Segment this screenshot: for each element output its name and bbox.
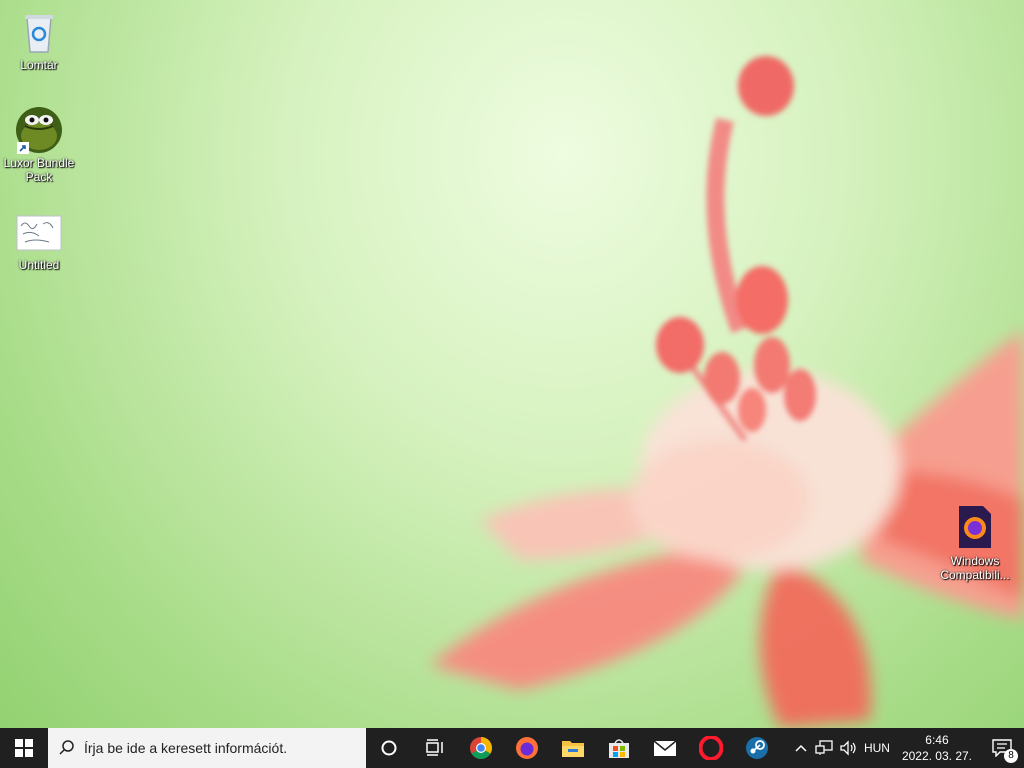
chrome-icon [470,737,492,759]
volume-button[interactable] [836,728,860,768]
image-file-icon [15,214,63,252]
desktop-icon-label: Luxor Bundle Pack [3,156,75,184]
task-view-icon [426,739,443,756]
search-placeholder: Írja be ide a keresett információt. [84,740,288,756]
input-language-indicator[interactable]: HUN [860,728,894,768]
action-center-button[interactable]: 8 [980,728,1024,768]
taskbar: Írja be ide a keresett információt. HUN … [0,728,1024,768]
recycle-bin-icon [15,8,63,56]
search-icon [59,740,74,755]
desktop-icon-label: Untitled [18,258,60,272]
desktop-icon-windows-compatibility[interactable]: Windows Compatibili... [937,504,1013,582]
desktop-icon-recycle-bin[interactable]: Lomtár [1,8,77,72]
firefox-document-icon [951,504,999,552]
shortcut-arrow-icon [17,142,29,154]
luxor-game-icon [15,106,63,154]
opera-icon [699,736,723,760]
desktop-icon-untitled[interactable]: Untitled [1,214,77,272]
volume-icon [840,740,856,756]
search-box[interactable]: Írja be ide a keresett információt. [48,728,366,768]
microsoft-store-icon [609,739,629,758]
wallpaper-flower-image [430,56,1024,728]
chevron-up-icon [795,744,807,752]
steam-icon [746,737,768,759]
desktop-icon-luxor-bundle-pack[interactable]: Luxor Bundle Pack [1,106,77,184]
clock-time: 6:46 [925,733,949,747]
taskbar-opera[interactable] [688,728,734,768]
cortana-icon [381,740,397,756]
desktop-icon-label: Lomtár [20,58,58,72]
taskbar-chrome[interactable] [458,728,504,768]
firefox-icon [516,737,538,759]
taskbar-microsoft-store[interactable] [596,728,642,768]
file-explorer-icon [562,741,584,757]
network-button[interactable] [812,728,836,768]
start-button[interactable] [0,728,48,768]
windows-logo-icon [15,739,33,757]
task-view-button[interactable] [412,728,458,768]
desktop-icon-label: Windows Compatibili... [940,554,1010,582]
taskbar-mail[interactable] [642,728,688,768]
clock-date: 2022. 03. 27. [901,749,972,763]
taskbar-file-explorer[interactable] [550,728,596,768]
system-tray: HUN 6:46 2022. 03. 27. 8 [790,728,1024,768]
clock[interactable]: 6:46 2022. 03. 27. [894,728,980,768]
show-hidden-icons-button[interactable] [790,728,812,768]
notification-count-badge: 8 [1004,749,1018,763]
taskbar-steam[interactable] [734,728,780,768]
network-icon [815,740,833,755]
mail-icon [653,740,677,756]
cortana-button[interactable] [366,728,412,768]
taskbar-firefox[interactable] [504,728,550,768]
